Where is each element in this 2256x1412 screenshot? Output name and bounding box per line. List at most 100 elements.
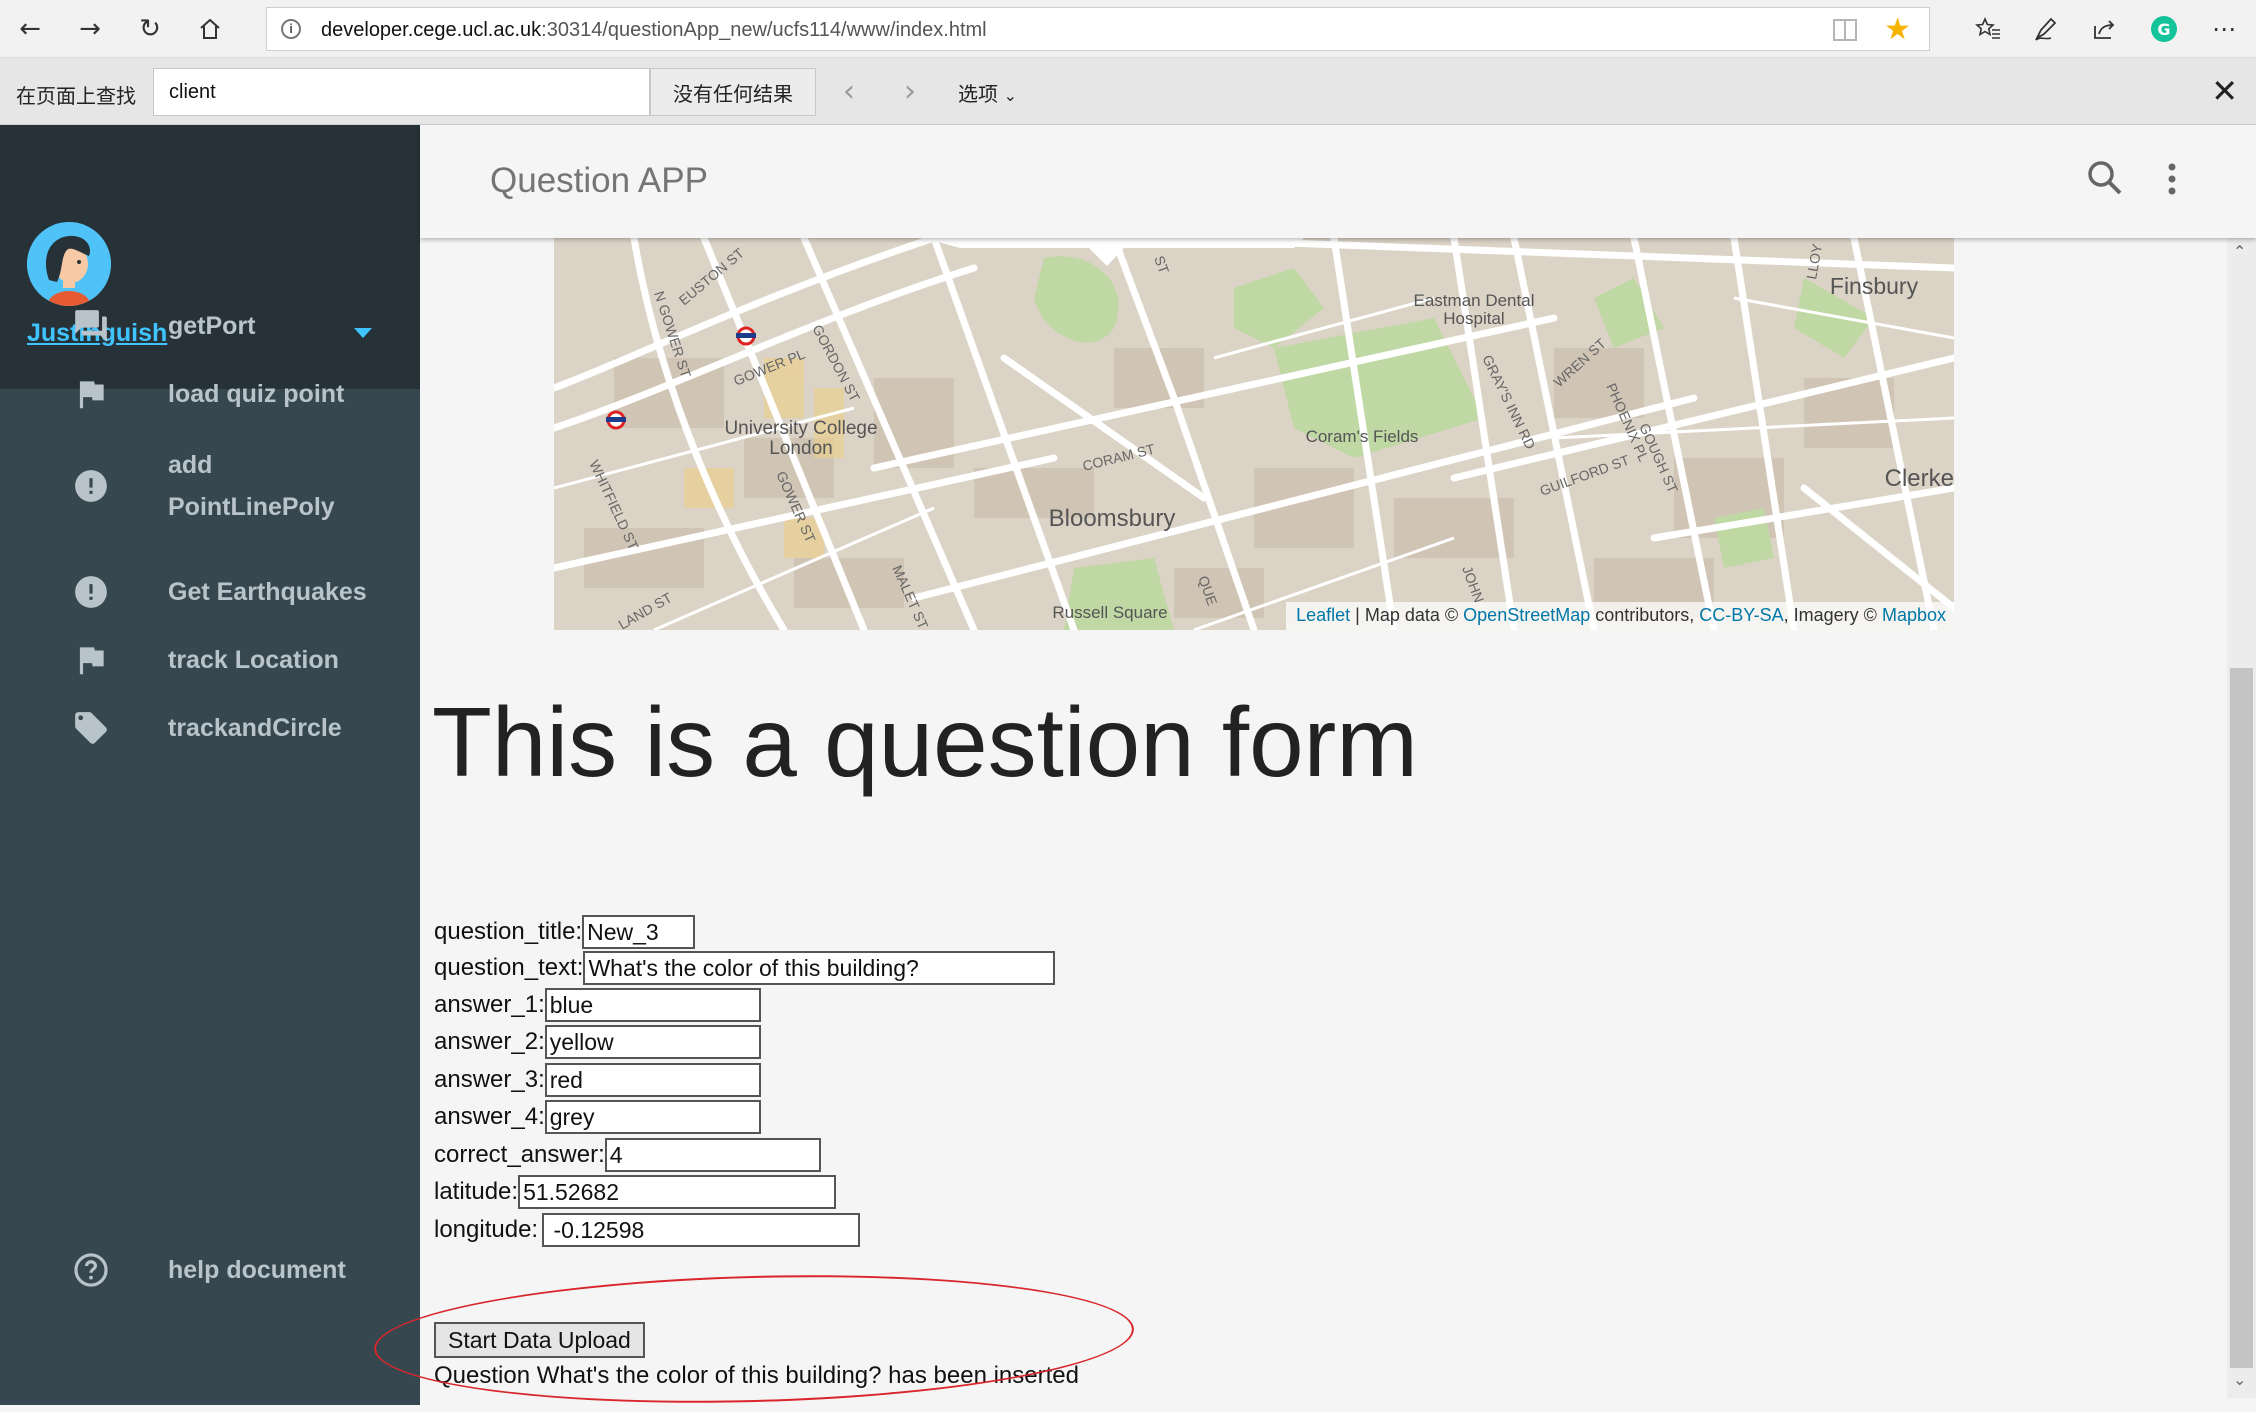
sidebar-item-trackandcircle[interactable]: trackandCircle bbox=[0, 693, 420, 763]
sidebar-item-add-pointlinepoly[interactable]: add PointLinePoly bbox=[0, 431, 420, 541]
license-link[interactable]: CC-BY-SA bbox=[1699, 605, 1783, 625]
map-label: Clerke bbox=[1885, 465, 1954, 492]
sidebar-item-label: trackandCircle bbox=[168, 714, 342, 742]
question-text-input[interactable] bbox=[583, 951, 1056, 985]
map-tiles: Finsbury Eastman Dental Hospital Univers… bbox=[554, 238, 1954, 630]
find-options-button[interactable]: 选项 ⌄ bbox=[958, 78, 1017, 107]
attribution-text: contributors, bbox=[1590, 605, 1700, 625]
question-text-row: question_text: bbox=[434, 950, 1056, 986]
map-label: London bbox=[769, 438, 832, 459]
forward-icon[interactable]: → bbox=[68, 8, 112, 50]
map-label: University College bbox=[724, 418, 877, 439]
question-title-label: question_title: bbox=[434, 918, 583, 945]
sidebar-item-getport[interactable]: getPort bbox=[0, 291, 420, 361]
more-vert-icon[interactable] bbox=[2156, 157, 2188, 201]
find-next-icon[interactable]: › bbox=[904, 74, 916, 109]
pen-icon[interactable] bbox=[2024, 8, 2068, 50]
attribution-text: , Imagery © bbox=[1783, 605, 1882, 625]
answer-1-label: answer_1: bbox=[434, 991, 545, 1018]
answer-2-label: answer_2: bbox=[434, 1028, 545, 1055]
openstreetmap-link[interactable]: OpenStreetMap bbox=[1463, 605, 1590, 625]
grammarly-icon: G bbox=[2151, 16, 2177, 42]
sidebar-item-label-line2: PointLinePoly bbox=[168, 493, 335, 521]
map[interactable]: Finsbury Eastman Dental Hospital Univers… bbox=[554, 238, 1954, 630]
info-icon[interactable]: i bbox=[281, 19, 301, 39]
sidebar-item-label: getPort bbox=[168, 312, 256, 340]
back-icon[interactable]: ← bbox=[8, 8, 52, 50]
scrollbar-thumb[interactable] bbox=[2230, 668, 2253, 1368]
star-icon[interactable]: ★ bbox=[1884, 12, 1911, 47]
answer-4-label: answer_4: bbox=[434, 1103, 545, 1130]
find-input[interactable] bbox=[153, 68, 650, 116]
start-data-upload-button[interactable]: Start Data Upload bbox=[434, 1322, 645, 1358]
attribution-text: | Map data © bbox=[1350, 605, 1464, 625]
answer-3-row: answer_3: bbox=[434, 1062, 761, 1098]
sidebar-item-load-quiz-point[interactable]: load quiz point bbox=[0, 359, 420, 429]
answer-1-input[interactable] bbox=[544, 988, 761, 1022]
search-icon[interactable] bbox=[2084, 157, 2128, 201]
correct-answer-row: correct_answer: bbox=[434, 1137, 821, 1173]
latitude-input[interactable] bbox=[518, 1175, 837, 1209]
map-label: Eastman Dental bbox=[1414, 291, 1535, 310]
correct-answer-input[interactable] bbox=[604, 1138, 821, 1172]
sidebar-item-label: load quiz point bbox=[168, 380, 345, 408]
close-icon[interactable]: ✕ bbox=[2211, 72, 2238, 110]
help-circle-icon bbox=[72, 1251, 110, 1289]
url-text[interactable]: developer.cege.ucl.ac.uk:30314/questionA… bbox=[321, 19, 987, 42]
map-label: Coram's Fields bbox=[1306, 427, 1419, 446]
find-result: 没有任何结果 bbox=[650, 68, 816, 116]
find-label: 在页面上查找 bbox=[16, 86, 136, 108]
scroll-down-icon[interactable]: ⌄ bbox=[2233, 1370, 2246, 1389]
find-bar: 在页面上查找 没有任何结果 ‹ › 选项 ⌄ ✕ bbox=[0, 58, 2256, 125]
latitude-label: latitude: bbox=[434, 1178, 519, 1205]
find-prev-icon[interactable]: ‹ bbox=[843, 74, 855, 109]
find-options-label: 选项 bbox=[958, 84, 998, 106]
answer-4-input[interactable] bbox=[544, 1100, 761, 1134]
question-text-label: question_text: bbox=[434, 954, 584, 981]
correct-answer-label: correct_answer: bbox=[434, 1141, 605, 1168]
answer-3-input[interactable] bbox=[544, 1063, 761, 1097]
upload-status-message: Question What's the color of this buildi… bbox=[434, 1362, 1079, 1389]
reading-view-icon[interactable] bbox=[1833, 19, 1857, 41]
sidebar-item-label-line1: add bbox=[168, 451, 213, 479]
longitude-row: longitude: bbox=[434, 1212, 861, 1248]
browser-toolbar: ← → ↻ i developer.cege.ucl.ac.uk:30314/q… bbox=[0, 0, 2256, 58]
share-icon[interactable] bbox=[2082, 8, 2126, 50]
map-label: Russell Square bbox=[1052, 603, 1167, 622]
alert-circle-icon bbox=[72, 573, 110, 611]
map-label: Finsbury bbox=[1830, 273, 1919, 299]
scroll-up-icon[interactable]: ⌃ bbox=[2233, 242, 2246, 261]
grammarly-button[interactable]: G bbox=[2142, 8, 2186, 50]
answer-4-row: answer_4: bbox=[434, 1099, 761, 1135]
sidebar-item-label: help document bbox=[168, 1256, 346, 1284]
map-attribution: Leaflet | Map data © OpenStreetMap contr… bbox=[1286, 602, 1954, 630]
address-bar[interactable]: i developer.cege.ucl.ac.uk:30314/questio… bbox=[266, 7, 1930, 51]
home-icon[interactable] bbox=[188, 8, 232, 50]
answer-1-row: answer_1: bbox=[434, 987, 761, 1023]
leaflet-link[interactable]: Leaflet bbox=[1296, 605, 1350, 625]
mapbox-link[interactable]: Mapbox bbox=[1882, 605, 1946, 625]
refresh-icon[interactable]: ↻ bbox=[128, 8, 172, 50]
longitude-input[interactable] bbox=[542, 1213, 861, 1247]
latitude-row: latitude: bbox=[434, 1174, 837, 1210]
question-title-row: question_title: bbox=[434, 914, 696, 950]
vertical-scrollbar[interactable]: ⌃ ⌄ bbox=[2227, 238, 2256, 1398]
sidebar-item-track-location[interactable]: track Location bbox=[0, 625, 420, 695]
answer-2-row: answer_2: bbox=[434, 1024, 761, 1060]
map-label: Hospital bbox=[1443, 309, 1504, 328]
sidebar-item-label: track Location bbox=[168, 646, 339, 674]
more-icon[interactable]: ⋯ bbox=[2202, 8, 2246, 50]
map-label: Bloomsbury bbox=[1049, 505, 1176, 532]
flag-icon bbox=[72, 375, 110, 413]
url-path: :30314/questionApp_new/ucfs114/www/index… bbox=[541, 19, 987, 41]
answer-2-input[interactable] bbox=[544, 1025, 761, 1059]
sidebar-item-get-earthquakes[interactable]: Get Earthquakes bbox=[0, 557, 420, 627]
longitude-label: longitude: bbox=[434, 1216, 539, 1243]
app-bar: Question APP bbox=[420, 125, 2256, 238]
sidebar-item-help-document[interactable]: help document bbox=[0, 1235, 420, 1305]
forum-icon bbox=[72, 307, 110, 345]
sidebar-item-label: Get Earthquakes bbox=[168, 578, 367, 606]
favorites-icon[interactable] bbox=[1966, 8, 2010, 50]
main-content: Finsbury Eastman Dental Hospital Univers… bbox=[420, 238, 2227, 1398]
question-title-input[interactable] bbox=[582, 915, 696, 949]
